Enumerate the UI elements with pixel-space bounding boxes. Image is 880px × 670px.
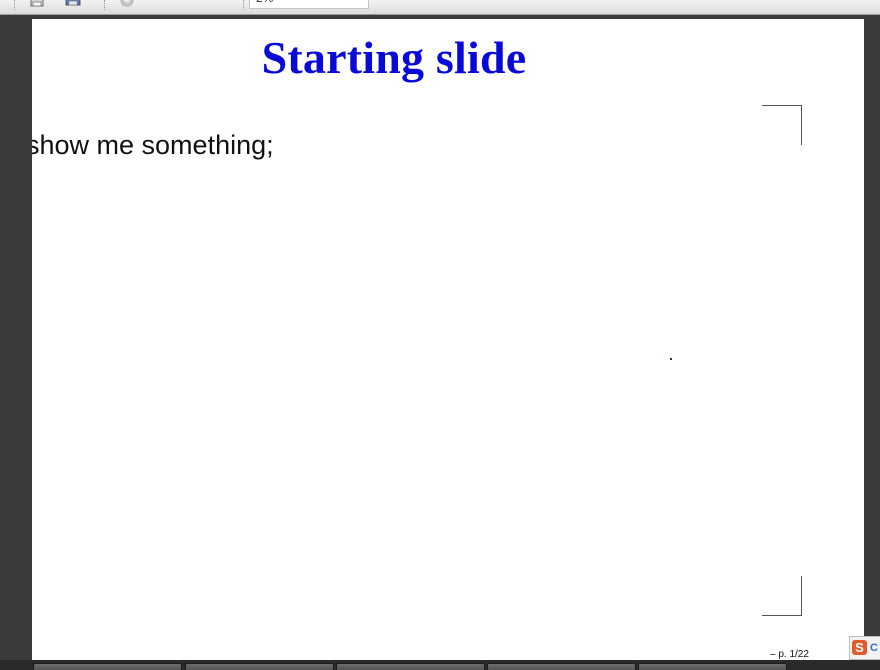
tray-app-icon[interactable]: S C <box>849 636 880 660</box>
taskbar-button[interactable] <box>487 663 636 670</box>
toolbar: 2% <box>0 0 880 15</box>
crop-mark-bottom <box>762 576 802 616</box>
save-icon[interactable] <box>28 0 46 8</box>
page-number: – p. 1/22 <box>770 649 809 660</box>
stray-dot <box>670 358 672 360</box>
print-icon[interactable] <box>64 0 82 8</box>
app-window: 2% Starting slide show me something; – p… <box>0 0 880 670</box>
viewer-margin <box>864 19 880 660</box>
crop-mark-top <box>762 105 802 145</box>
toolbar-separator <box>14 0 16 10</box>
s-logo-icon: S <box>852 640 867 655</box>
slide-body-text: show me something; <box>32 130 274 160</box>
taskbar-button[interactable] <box>33 663 182 670</box>
taskbar-button[interactable] <box>638 663 787 670</box>
taskbar-button[interactable] <box>185 663 334 670</box>
zoom-field[interactable]: 2% <box>249 0 369 9</box>
zoom-value: 2% <box>256 0 273 5</box>
settings-icon[interactable] <box>118 0 136 8</box>
tray-extra-icon: C <box>870 642 878 654</box>
toolbar-separator <box>243 0 245 10</box>
slide-page: Starting slide show me something; – p. 1… <box>32 19 864 660</box>
taskbar-button[interactable] <box>336 663 485 670</box>
taskbar <box>0 660 880 670</box>
slide-title: Starting slide <box>261 32 527 83</box>
toolbar-separator <box>104 0 106 10</box>
